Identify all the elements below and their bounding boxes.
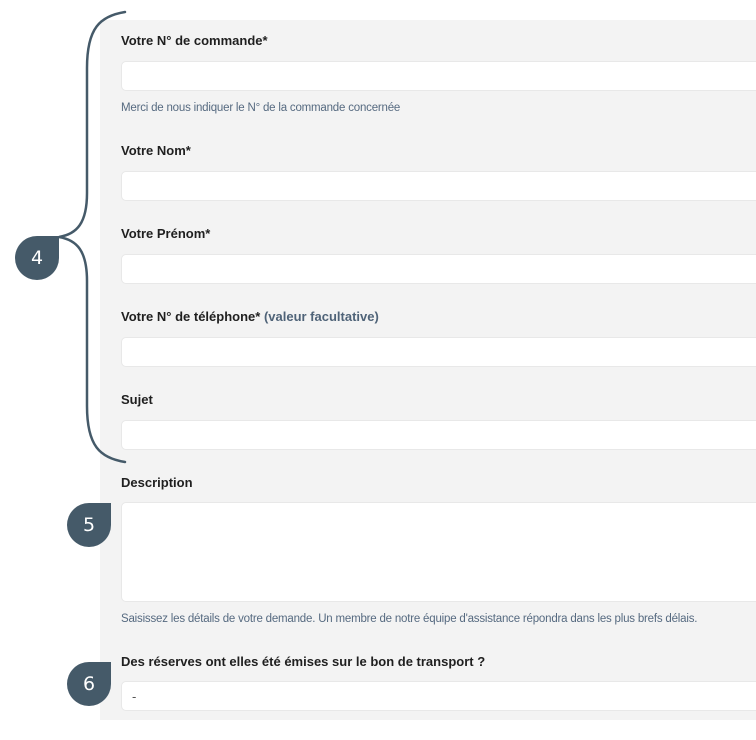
order-number-label: Votre N° de commande* xyxy=(121,33,268,48)
annotation-badge-5: 5 xyxy=(67,503,111,547)
group-brace xyxy=(58,10,127,464)
phone-label: Votre N° de téléphone* (valeur facultati… xyxy=(121,309,379,324)
order-number-hint: Merci de nous indiquer le N° de la comma… xyxy=(121,102,401,114)
last-name-label: Votre Nom* xyxy=(121,143,191,158)
first-name-label: Votre Prénom* xyxy=(121,226,211,241)
reserves-label: Des réserves ont elles été émises sur le… xyxy=(121,654,486,669)
subject-label: Sujet xyxy=(121,392,153,407)
description-hint: Saisissez les détails de votre demande. … xyxy=(121,613,698,625)
annotation-badge-6: 6 xyxy=(67,662,111,706)
subject-input[interactable] xyxy=(121,420,756,450)
phone-input[interactable] xyxy=(121,337,756,367)
reserves-select[interactable]: - xyxy=(121,681,756,711)
annotation-badge-4: 4 xyxy=(15,236,59,280)
reserves-selected-value: - xyxy=(132,688,137,704)
phone-label-text: Votre N° de téléphone* xyxy=(121,309,261,324)
phone-optional-note: (valeur facultative) xyxy=(263,309,379,324)
description-label: Description xyxy=(121,475,193,490)
first-name-input[interactable] xyxy=(121,254,756,284)
last-name-input[interactable] xyxy=(121,171,756,201)
description-textarea[interactable] xyxy=(121,502,756,602)
order-number-input[interactable] xyxy=(121,61,756,91)
